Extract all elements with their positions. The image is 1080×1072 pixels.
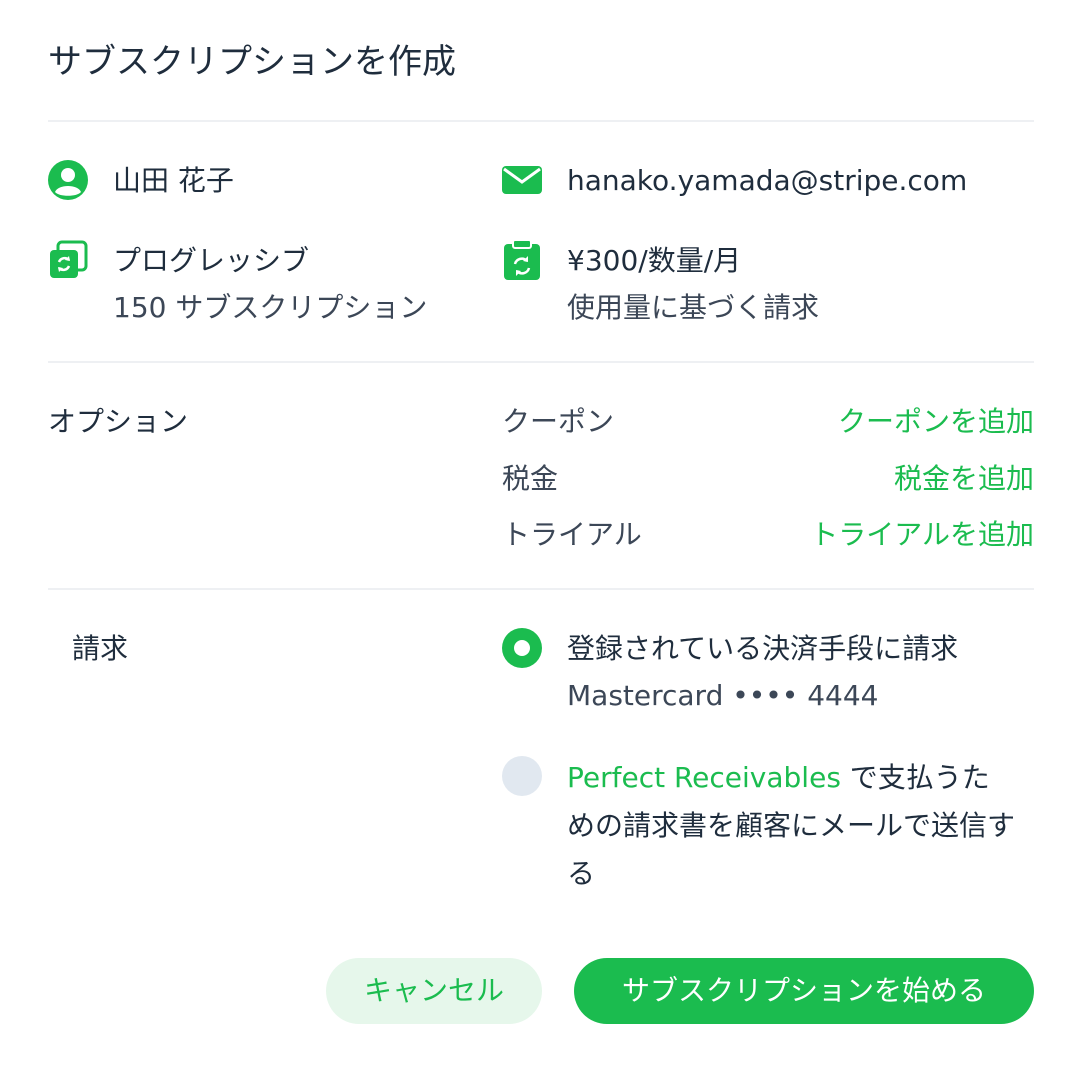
perfect-receivables-link[interactable]: Perfect Receivables [567,761,841,794]
start-subscription-button[interactable]: サブスクリプションを始める [574,958,1034,1024]
clipboard-refresh-icon [504,240,540,280]
cancel-button[interactable]: キャンセル [326,958,542,1024]
add-trial-link[interactable]: トライアルを追加 [810,515,1034,555]
option-label-coupon: クーポン [502,405,615,438]
subscription-stack-icon [50,240,88,278]
billing-section-label: 請求 [72,632,129,665]
page-title: サブスクリプションを作成 [48,42,456,82]
customer-email: hanako.yamada@stripe.com [567,164,968,197]
charge-saved-method-label[interactable]: 登録されている決済手段に請求 [567,629,958,669]
radio-send-invoice[interactable] [502,756,542,796]
add-tax-link[interactable]: 税金を追加 [894,459,1034,499]
plan-price: ¥300/数量/月 [567,244,742,277]
option-label-tax: 税金 [502,462,559,495]
add-coupon-link[interactable]: クーポンを追加 [838,402,1034,442]
option-label-trial: トライアル [502,518,642,551]
radio-charge-saved-method[interactable] [502,628,542,668]
plan-billing-type: 使用量に基づく請求 [567,291,820,324]
options-section-label: オプション [48,405,189,438]
person-circle-icon [48,160,88,200]
divider [48,120,1034,122]
card-details: Mastercard •••• 4444 [567,679,879,712]
divider [48,361,1034,363]
send-invoice-label[interactable]: Perfect Receivables で支払うための請求書を顧客にメールで送信… [567,754,1017,898]
customer-name: 山田 花子 [113,164,234,197]
envelope-icon [502,166,542,194]
plan-name: プログレッシブ [113,244,310,277]
plan-count: 150 サブスクリプション [113,291,428,324]
divider [48,588,1034,590]
